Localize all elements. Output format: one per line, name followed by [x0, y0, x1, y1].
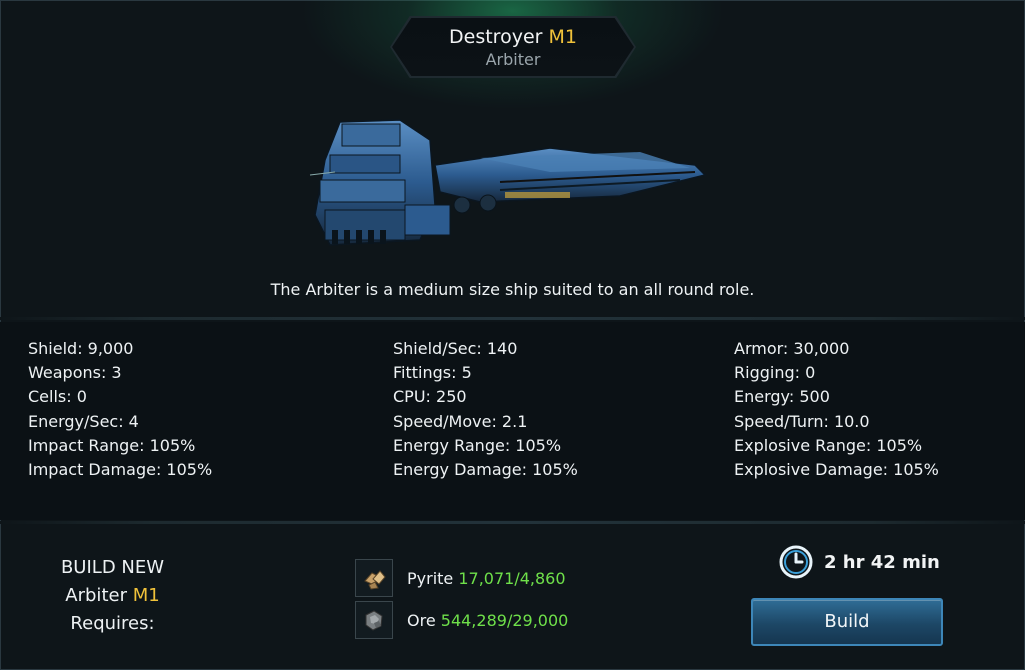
stat-energy-sec: Energy/Sec: 4	[28, 411, 139, 431]
requires-text: Requires:	[70, 613, 155, 634]
ship-name: Arbiter	[485, 50, 541, 69]
stat-shield: Shield: 9,000	[28, 339, 134, 358]
ore-need: 29,000	[512, 610, 569, 630]
ore-label: Ore	[407, 610, 436, 630]
ship-class-title: Destroyer M1	[392, 26, 634, 48]
build-time-text: 2 hr 42 min	[824, 551, 940, 573]
stat-cells: Cells: 0	[28, 387, 87, 407]
pyrite-text: Pyrite 17,071/4,860	[407, 569, 566, 588]
build-ship-line: Arbiter M1	[40, 582, 185, 610]
pyrite-need: 4,860	[519, 568, 566, 588]
stats-column-3: Armor: 30,000 Rigging: 0 Energy: 500 Spe…	[734, 337, 939, 482]
build-button[interactable]: Build	[751, 598, 943, 646]
stat-shield-sec: Shield/Sec: 140	[393, 339, 518, 358]
stat-explosive-range: Explosive Range: 105%	[734, 435, 923, 455]
build-ship-mark: M1	[132, 585, 160, 606]
ship-image	[309, 119, 707, 246]
ship-class: Destroyer	[449, 26, 543, 48]
ore-have: 544,289	[440, 610, 507, 630]
stat-speed-move: Speed/Move: 2.1	[393, 411, 528, 431]
stat-energy: Energy: 500	[734, 387, 830, 407]
stat-energy-damage: Energy Damage: 105%	[393, 460, 578, 480]
ore-text: Ore 544,289/29,000	[407, 611, 568, 630]
resource-row-pyrite: Pyrite 17,071/4,860	[355, 559, 566, 597]
pyrite-icon	[355, 559, 393, 597]
stat-cpu: CPU: 250	[393, 387, 467, 407]
stat-fittings: Fittings: 5	[393, 363, 472, 383]
stat-armor: Armor: 30,000	[734, 339, 850, 358]
build-new-text: BUILD NEW	[60, 557, 165, 578]
ore-icon	[355, 601, 393, 639]
resource-row-ore: Ore 544,289/29,000	[355, 601, 568, 639]
ship-mark: M1	[548, 26, 577, 48]
stat-weapons: Weapons: 3	[28, 363, 122, 383]
stat-rigging: Rigging: 0	[734, 363, 816, 383]
stat-explosive-damage: Explosive Damage: 105%	[734, 460, 939, 480]
ship-description: The Arbiter is a medium size ship suited…	[270, 280, 755, 299]
stat-energy-range: Energy Range: 105%	[393, 435, 562, 455]
stat-speed-turn: Speed/Turn: 10.0	[734, 411, 870, 431]
pyrite-label: Pyrite	[407, 568, 454, 588]
pyrite-have: 17,071	[458, 568, 515, 588]
stat-impact-range: Impact Range: 105%	[28, 435, 196, 455]
clock-icon	[779, 545, 813, 579]
build-time: 2 hr 42 min	[778, 544, 940, 580]
build-ship-name: Arbiter	[65, 585, 127, 606]
divider-top	[0, 317, 1025, 320]
stats-column-1: Shield: 9,000 Weapons: 3 Cells: 0 Energy…	[28, 337, 212, 482]
stat-impact-damage: Impact Damage: 105%	[28, 460, 213, 480]
stats-column-2: Shield/Sec: 140 Fittings: 5 CPU: 250 Spe…	[393, 337, 578, 482]
divider-bottom	[0, 521, 1025, 524]
build-requirement-label: BUILD NEW Arbiter M1 Requires:	[40, 554, 185, 638]
